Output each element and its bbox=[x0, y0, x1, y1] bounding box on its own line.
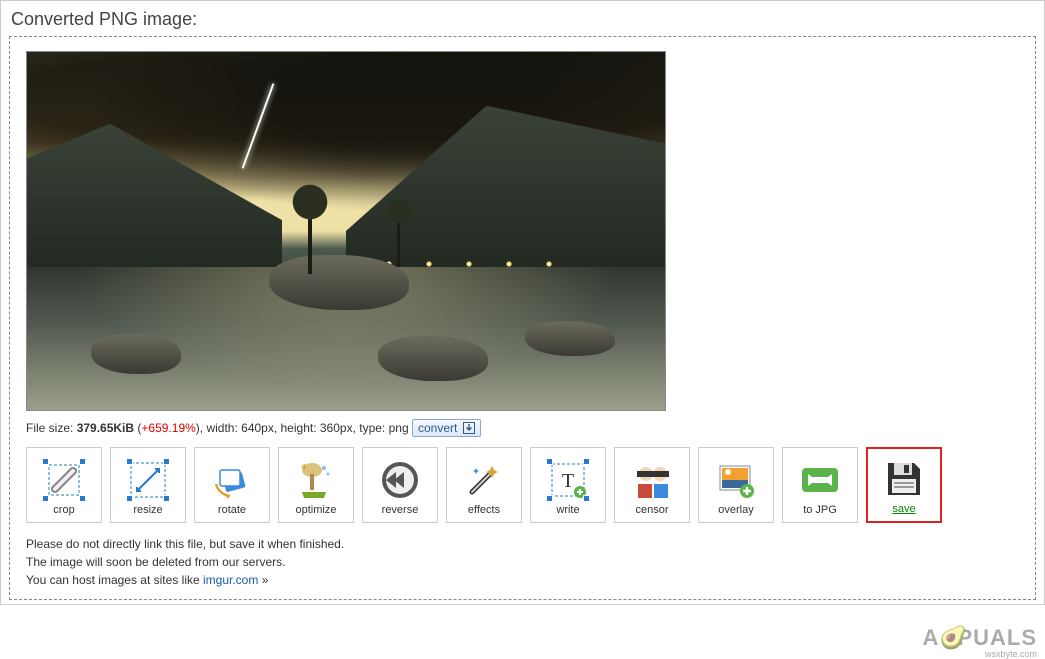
file-type: , type: png bbox=[353, 421, 409, 435]
dropdown-download-icon bbox=[463, 422, 475, 434]
toolbar: crop resize rotate optimize bbox=[26, 447, 1019, 523]
file-size-label: File size: bbox=[26, 421, 77, 435]
rotate-button[interactable]: rotate bbox=[194, 447, 270, 523]
effects-label: effects bbox=[468, 504, 500, 516]
note-line-1: Please do not directly link this file, b… bbox=[26, 535, 1019, 553]
panel-outer: Converted PNG image: File size: 379.65Ki… bbox=[0, 0, 1045, 605]
resize-icon bbox=[126, 458, 170, 502]
file-size-value: 379.65KiB bbox=[77, 421, 134, 435]
file-info-line: File size: 379.65KiB (+659.19%), width: … bbox=[26, 419, 1019, 437]
resize-button[interactable]: resize bbox=[110, 447, 186, 523]
reverse-icon bbox=[378, 458, 422, 502]
resize-label: resize bbox=[133, 504, 162, 516]
censor-label: censor bbox=[635, 504, 668, 516]
file-height: , height: 360px bbox=[274, 421, 353, 435]
write-label: write bbox=[556, 504, 579, 516]
reverse-button[interactable]: reverse bbox=[362, 447, 438, 523]
overlay-label: overlay bbox=[718, 504, 753, 516]
save-label: save bbox=[892, 503, 915, 515]
crop-button[interactable]: crop bbox=[26, 447, 102, 523]
optimize-icon bbox=[294, 458, 338, 502]
to-jpg-icon bbox=[798, 458, 842, 502]
watermark-site: wsxbyte.com bbox=[985, 649, 1037, 659]
censor-button[interactable]: censor bbox=[614, 447, 690, 523]
write-icon: T bbox=[546, 458, 590, 502]
content-box: File size: 379.65KiB (+659.19%), width: … bbox=[9, 36, 1036, 600]
convert-label: convert bbox=[418, 421, 457, 435]
overlay-button[interactable]: overlay bbox=[698, 447, 774, 523]
to-jpg-button[interactable]: to JPG bbox=[782, 447, 858, 523]
optimize-button[interactable]: optimize bbox=[278, 447, 354, 523]
rotate-label: rotate bbox=[218, 504, 246, 516]
file-size-delta: +659.19% bbox=[141, 421, 195, 435]
save-icon bbox=[882, 457, 926, 501]
optimize-label: optimize bbox=[296, 504, 337, 516]
effects-icon bbox=[462, 458, 506, 502]
crop-icon bbox=[42, 458, 86, 502]
notes-block: Please do not directly link this file, b… bbox=[26, 535, 1019, 589]
converted-image-preview bbox=[26, 51, 666, 411]
overlay-icon bbox=[714, 458, 758, 502]
page-title: Converted PNG image: bbox=[11, 9, 1036, 30]
save-button[interactable]: save bbox=[866, 447, 942, 523]
rotate-icon bbox=[210, 458, 254, 502]
svg-text:T: T bbox=[562, 470, 574, 492]
reverse-label: reverse bbox=[382, 504, 419, 516]
watermark-logo: A🥑PUALS bbox=[923, 625, 1037, 651]
censor-icon bbox=[630, 458, 674, 502]
file-width: , width: 640px bbox=[200, 421, 274, 435]
note-line-3: You can host images at sites like imgur.… bbox=[26, 571, 1019, 589]
effects-button[interactable]: effects bbox=[446, 447, 522, 523]
imgur-link[interactable]: imgur.com bbox=[203, 573, 258, 587]
to-jpg-label: to JPG bbox=[803, 504, 837, 516]
write-button[interactable]: T write bbox=[530, 447, 606, 523]
note-line-2: The image will soon be deleted from our … bbox=[26, 553, 1019, 571]
convert-button[interactable]: convert bbox=[412, 419, 481, 437]
crop-label: crop bbox=[53, 504, 74, 516]
